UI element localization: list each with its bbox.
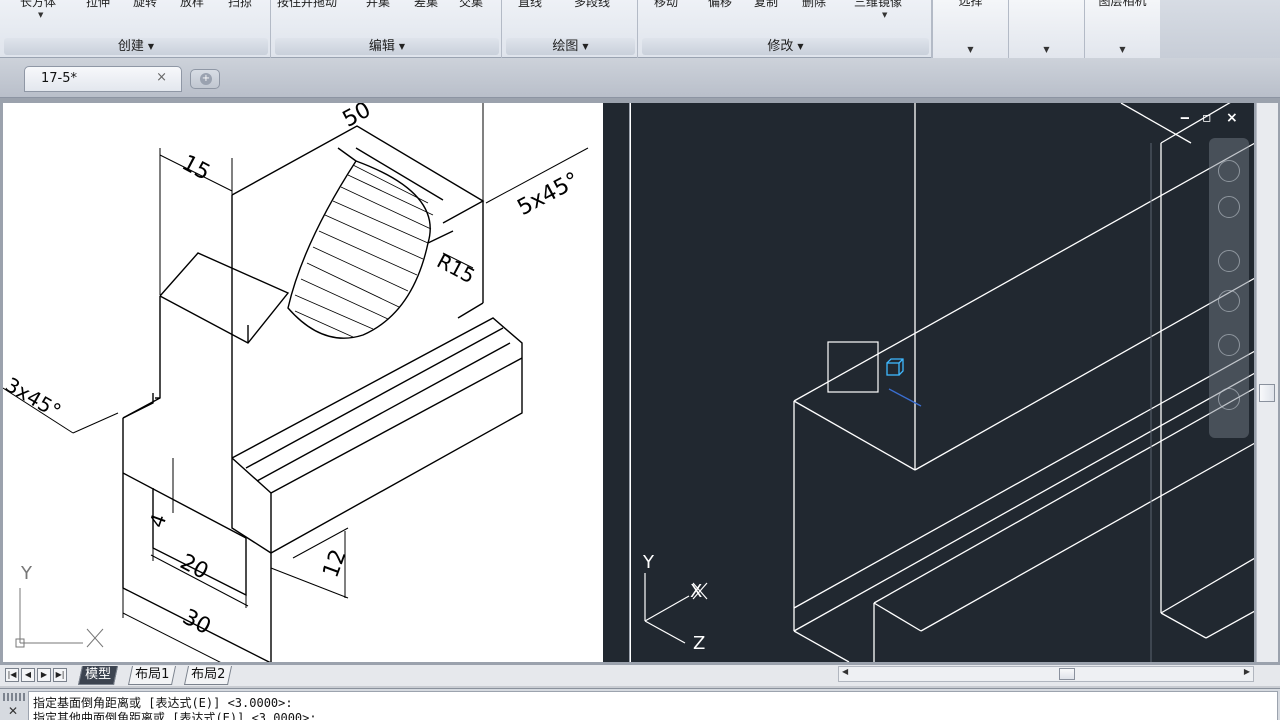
grip-icon[interactable] (3, 693, 25, 701)
steeringwheel-icon[interactable] (1218, 160, 1240, 182)
command-history[interactable]: 指定基面倒角距离或 [表达式(E)] <3.0000>: 指定其他曲面倒角距离或… (28, 691, 1278, 720)
chevron-down-icon: ▼ (1119, 45, 1126, 54)
panel-edit: 按住并拖动 并集 差集 交集 编辑 ▼ (271, 0, 502, 58)
hatch (294, 164, 434, 338)
plus-icon: + (200, 73, 212, 85)
ucs-y-label: Y (20, 563, 33, 584)
wireframe-model: Y Z (642, 103, 1254, 662)
new-tab-button[interactable]: + (190, 69, 220, 89)
walk-icon[interactable] (1218, 388, 1240, 410)
pan-icon[interactable] (1218, 250, 1240, 272)
tab-layout1[interactable]: 布局1 (127, 666, 177, 685)
ucs-y-label-3d: Y (642, 552, 655, 573)
dimension-lines (3, 103, 589, 662)
last-layout-button[interactable]: ▶| (53, 668, 67, 682)
document-tab[interactable]: 17-5* × (24, 66, 182, 92)
subtract-tool[interactable]: 差集 (414, 0, 438, 10)
panel-create-title[interactable]: 创建 ▼ (4, 38, 268, 55)
viewport-right[interactable]: Y Z (630, 103, 1254, 662)
minimize-icon[interactable]: ‒ (1180, 110, 1190, 126)
ribbon: 长方体 拉伸 旋转 放样 扫掠 ▼ 创建 ▼ 按住并拖动 并集 差集 交集 编辑 ▼… (0, 0, 1280, 58)
copy-tool[interactable]: 复制 (754, 0, 778, 10)
horizontal-scrollbar[interactable]: ◀ ▶ (838, 666, 1254, 682)
ucs-x-label-3d: X (690, 581, 703, 602)
revolve-tool[interactable]: 旋转 (133, 0, 157, 10)
tab-model[interactable]: 模型 (77, 666, 119, 685)
ribbon-empty-area (1160, 0, 1280, 58)
viewport-window-controls: ‒ ▫ × (1172, 110, 1252, 130)
chevron-down-icon: ▼ (398, 42, 406, 51)
line-tool[interactable]: 直线 (518, 0, 542, 10)
extrude-tool[interactable]: 拉伸 (86, 0, 110, 10)
layer-camera-button[interactable]: 图层相机 ▼ (1084, 0, 1160, 58)
chevron-down-icon[interactable]: ▼ (882, 11, 887, 19)
panel-modify-title[interactable]: 修改 ▼ (642, 38, 929, 55)
showmotion-icon[interactable] (1218, 196, 1240, 218)
chevron-down-icon: ▼ (582, 42, 589, 51)
dim-50: 50 (339, 103, 375, 133)
command-line: ✕ 指定基面倒角距离或 [表达式(E)] <3.0000>: 指定其他曲面倒角距… (0, 688, 1280, 720)
isometric-drawing: 50 15 5x45° R15 3x45° 4 20 30 12 Y (3, 103, 589, 662)
zoom-icon[interactable] (1218, 290, 1240, 312)
panel-draw: 直线 多段线 绘图 ▼ (502, 0, 638, 58)
prev-layout-button[interactable]: ◀ (21, 668, 35, 682)
tab-layout2[interactable]: 布局2 (183, 666, 233, 685)
selection-button[interactable]: 选择 ▼ (932, 0, 1008, 58)
chevron-down-icon: ▼ (967, 45, 974, 54)
navigation-bar (1209, 138, 1249, 438)
restore-icon[interactable]: ▫ (1202, 110, 1212, 126)
union-tool[interactable]: 并集 (366, 0, 390, 10)
panel-edit-title[interactable]: 编辑 ▼ (275, 38, 499, 55)
dim-12: 12 (319, 546, 352, 581)
part-outline (122, 125, 523, 662)
dim-4: 4 (144, 511, 171, 531)
mirror3d-tool[interactable]: 三维镜像 (854, 0, 902, 10)
loft-tool[interactable]: 放样 (180, 0, 204, 10)
dim-radius: R15 (433, 249, 479, 289)
chevron-down-icon[interactable]: ▼ (38, 11, 43, 19)
panel-draw-title[interactable]: 绘图 ▼ (506, 38, 635, 55)
dim-30: 30 (178, 605, 214, 640)
close-icon[interactable]: ✕ (8, 704, 18, 718)
move-tool[interactable]: 移动 (654, 0, 678, 10)
dim-15: 15 (178, 151, 214, 186)
vertical-scrollbar[interactable] (1256, 103, 1278, 662)
chevron-down-icon: ▼ (147, 42, 155, 51)
panel-modify: 移动 偏移 复制 删除 三维镜像 ▼ 修改 ▼ (638, 0, 932, 58)
offset-tool[interactable]: 偏移 (708, 0, 732, 10)
first-layout-button[interactable]: |◀ (5, 668, 19, 682)
erase-tool[interactable]: 删除 (802, 0, 826, 10)
chevron-down-icon: ▼ (1043, 45, 1050, 54)
ucs-icon (15, 588, 104, 648)
viewport-separator (603, 103, 629, 662)
orbit-icon[interactable] (1218, 334, 1240, 356)
scroll-left-icon[interactable]: ◀ (842, 667, 848, 676)
scroll-right-icon[interactable]: ▶ (1244, 667, 1250, 676)
ucs-z-label-3d: Z (693, 633, 705, 654)
dim-chamfer-top: 5x45° (513, 168, 583, 221)
horizontal-scroll-thumb[interactable] (1059, 668, 1075, 680)
dim-chamfer-left: 3x45° (3, 372, 65, 423)
cube-cursor-icon (886, 358, 922, 407)
panel-create: 长方体 拉伸 旋转 放样 扫掠 ▼ 创建 ▼ (0, 0, 271, 58)
box-tool[interactable]: 长方体 (20, 0, 56, 10)
vertical-scroll-thumb[interactable] (1259, 384, 1275, 402)
dim-20: 20 (176, 550, 212, 585)
next-layout-button[interactable]: ▶ (37, 668, 51, 682)
wireframe-edges (793, 103, 1254, 662)
presspull-tool[interactable]: 按住并拖动 (277, 0, 337, 10)
intersect-tool[interactable]: 交集 (459, 0, 483, 10)
sweep-tool[interactable]: 扫掠 (228, 0, 252, 10)
cad-window: 长方体 拉伸 旋转 放样 扫掠 ▼ 创建 ▼ 按住并拖动 并集 差集 交集 编辑 ▼… (0, 0, 1280, 720)
polyline-tool[interactable]: 多段线 (574, 0, 610, 10)
command-line-2: 指定其他曲面倒角距离或 [表达式(E)] <3.0000>: (33, 711, 317, 720)
viewport-left[interactable]: 50 15 5x45° R15 3x45° 4 20 30 12 Y (3, 103, 603, 662)
close-icon[interactable]: × (156, 70, 167, 85)
close-icon[interactable]: × (1226, 110, 1238, 126)
chevron-down-icon: ▼ (797, 42, 804, 51)
pickbox (827, 341, 879, 393)
ribbon-extra-button[interactable]: ▼ (1008, 0, 1084, 58)
